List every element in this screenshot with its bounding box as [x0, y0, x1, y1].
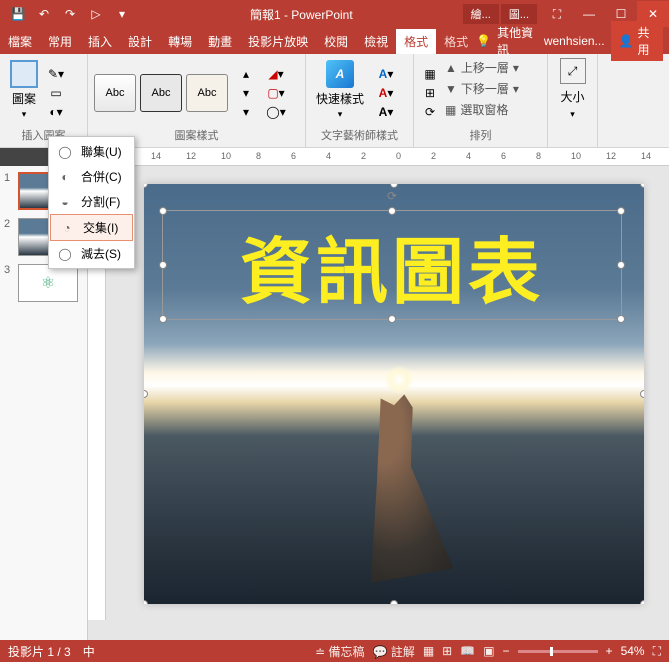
layer-down-icon: ▼: [445, 82, 457, 96]
selection-pane-button[interactable]: ▦選取窗格: [444, 100, 520, 119]
status-bar: 投影片 1 / 3 中 ≐ 備忘稿 💬 註解 ▦ ⊞ 📖 ▣ − + 54% ⛶: [0, 640, 669, 662]
group-objects-icon[interactable]: ⊞: [420, 85, 440, 101]
selection-icon: ▦: [445, 103, 456, 117]
thumb-number: 2: [4, 218, 14, 230]
shape-fill-icon[interactable]: ◢▾: [266, 66, 286, 82]
tab-animations[interactable]: 動畫: [200, 29, 240, 54]
ribbon-tabs: 檔案 常用 插入 設計 轉場 動畫 投影片放映 校閱 檢視 格式 格式 💡 其他…: [0, 28, 669, 54]
thumb-preview: ⚛: [18, 264, 78, 302]
merge-fragment[interactable]: ◒分割(F): [49, 189, 134, 214]
rotate-handle-icon[interactable]: ⟳: [387, 189, 397, 203]
text-outline-icon[interactable]: A▾: [376, 85, 396, 101]
text-effects-icon[interactable]: A▾: [376, 104, 396, 120]
merge-combine[interactable]: ◐合併(C): [49, 164, 134, 189]
zoom-level[interactable]: 54%: [621, 644, 645, 658]
reading-view-icon[interactable]: 📖: [460, 644, 475, 658]
ribbon: 圖案 ▾ ✎▾ ▭ ◐▾ 插入圖案 Abc Abc Abc ▴ ▾ ▾: [0, 54, 669, 148]
sun-glow: [384, 365, 414, 395]
qat-more-icon[interactable]: ▾: [112, 4, 132, 24]
person-icon: 👤: [619, 34, 634, 48]
save-icon[interactable]: 💾: [8, 4, 28, 24]
shape-style-3[interactable]: Abc: [186, 74, 228, 112]
zoom-slider[interactable]: [518, 650, 598, 653]
tab-format-picture[interactable]: 格式: [436, 29, 476, 54]
title-text[interactable]: 資訊圖表: [240, 213, 544, 318]
shape-effects-icon[interactable]: ◯▾: [266, 104, 286, 120]
rotate-icon[interactable]: ⟳: [420, 104, 440, 120]
thumbnail-3[interactable]: 3 ⚛: [4, 264, 83, 302]
fragment-icon: ◒: [57, 194, 73, 210]
tab-transitions[interactable]: 轉場: [160, 29, 200, 54]
insert-shape-label: 圖案: [12, 90, 36, 107]
merge-union[interactable]: ◯聯集(U): [49, 139, 134, 164]
tab-review[interactable]: 校閱: [316, 29, 356, 54]
shape-icon: [10, 60, 38, 88]
quick-styles-button[interactable]: A 快速樣式 ▾: [312, 58, 368, 127]
hand-silhouette: [339, 385, 488, 583]
layer-up-icon: ▲: [445, 61, 457, 75]
comments-button[interactable]: 💬 註解: [373, 643, 415, 660]
union-icon: ◯: [57, 144, 73, 160]
merge-shapes-menu: ◯聯集(U) ◐合併(C) ◒分割(F) ◔交集(I) ◯減去(S): [48, 136, 135, 269]
slideshow-view-icon[interactable]: ▣: [483, 644, 494, 658]
window-title: 簡報1 - PowerPoint: [140, 6, 463, 23]
insert-shape-button[interactable]: 圖案 ▾: [6, 58, 42, 127]
thumb-number: 1: [4, 172, 14, 184]
gallery-more-icon[interactable]: ▾: [236, 104, 256, 120]
tab-file[interactable]: 檔案: [0, 29, 40, 54]
tab-view[interactable]: 檢視: [356, 29, 396, 54]
shape-style-2[interactable]: Abc: [140, 74, 182, 112]
merge-shapes-icon[interactable]: ◐▾: [46, 104, 66, 120]
align-objects-icon[interactable]: ▦: [420, 66, 440, 82]
zoom-in-icon[interactable]: +: [606, 644, 613, 658]
gallery-down-icon[interactable]: ▾: [236, 85, 256, 101]
subtract-icon: ◯: [57, 246, 73, 262]
lightbulb-icon: 💡: [476, 34, 491, 48]
fit-window-icon[interactable]: ⛶: [653, 644, 661, 659]
sorter-view-icon[interactable]: ⊞: [442, 644, 452, 658]
tab-design[interactable]: 設計: [120, 29, 160, 54]
text-box-icon[interactable]: ▭: [46, 85, 66, 101]
bring-forward-button[interactable]: ▲上移一層 ▾: [444, 58, 520, 77]
gallery-up-icon[interactable]: ▴: [236, 66, 256, 82]
zoom-out-icon[interactable]: −: [503, 644, 510, 658]
slide-canvas[interactable]: ⟳ 資訊圖表: [106, 166, 669, 640]
intersect-icon: ◔: [59, 220, 75, 236]
text-fill-icon[interactable]: A▾: [376, 66, 396, 82]
tab-home[interactable]: 常用: [40, 29, 80, 54]
edit-shape-icon[interactable]: ✎▾: [46, 66, 66, 82]
merge-subtract[interactable]: ◯減去(S): [49, 241, 134, 266]
combine-icon: ◐: [57, 169, 73, 185]
slideshow-icon[interactable]: ▷: [86, 4, 106, 24]
shape-outline-icon[interactable]: ▢▾: [266, 85, 286, 101]
thumb-number: 3: [4, 264, 14, 276]
send-backward-button[interactable]: ▼下移一層 ▾: [444, 79, 520, 98]
undo-icon[interactable]: ↶: [34, 4, 54, 24]
normal-view-icon[interactable]: ▦: [423, 644, 434, 658]
share-button[interactable]: 👤 共用: [611, 21, 663, 61]
language-button[interactable]: 中: [83, 643, 95, 660]
horizontal-ruler: 16141210864202468101214: [106, 148, 669, 166]
tab-insert[interactable]: 插入: [80, 29, 120, 54]
slide-counter[interactable]: 投影片 1 / 3: [8, 643, 71, 660]
notes-button[interactable]: ≐ 備忘稿: [315, 643, 364, 660]
quick-styles-label: 快速樣式: [316, 90, 364, 107]
wordart-icon: A: [326, 60, 354, 88]
redo-icon[interactable]: ↷: [60, 4, 80, 24]
slide[interactable]: ⟳ 資訊圖表: [144, 184, 644, 604]
title-textbox[interactable]: ⟳ 資訊圖表: [162, 210, 622, 320]
group-wordart-styles: 文字藝術師樣式: [312, 127, 407, 143]
group-arrange: 排列: [420, 127, 541, 143]
shape-style-1[interactable]: Abc: [94, 74, 136, 112]
tell-me-button[interactable]: 其他資訊: [497, 24, 538, 58]
tab-slideshow[interactable]: 投影片放映: [240, 29, 316, 54]
share-label: 共用: [638, 24, 656, 58]
size-label: 大小: [560, 88, 584, 105]
merge-intersect[interactable]: ◔交集(I): [50, 214, 133, 241]
size-icon[interactable]: ⤢: [560, 58, 586, 84]
tab-format-drawing[interactable]: 格式: [396, 29, 436, 54]
quick-access-toolbar: 💾 ↶ ↷ ▷ ▾: [0, 4, 140, 24]
user-name[interactable]: wenhsien...: [544, 34, 605, 48]
